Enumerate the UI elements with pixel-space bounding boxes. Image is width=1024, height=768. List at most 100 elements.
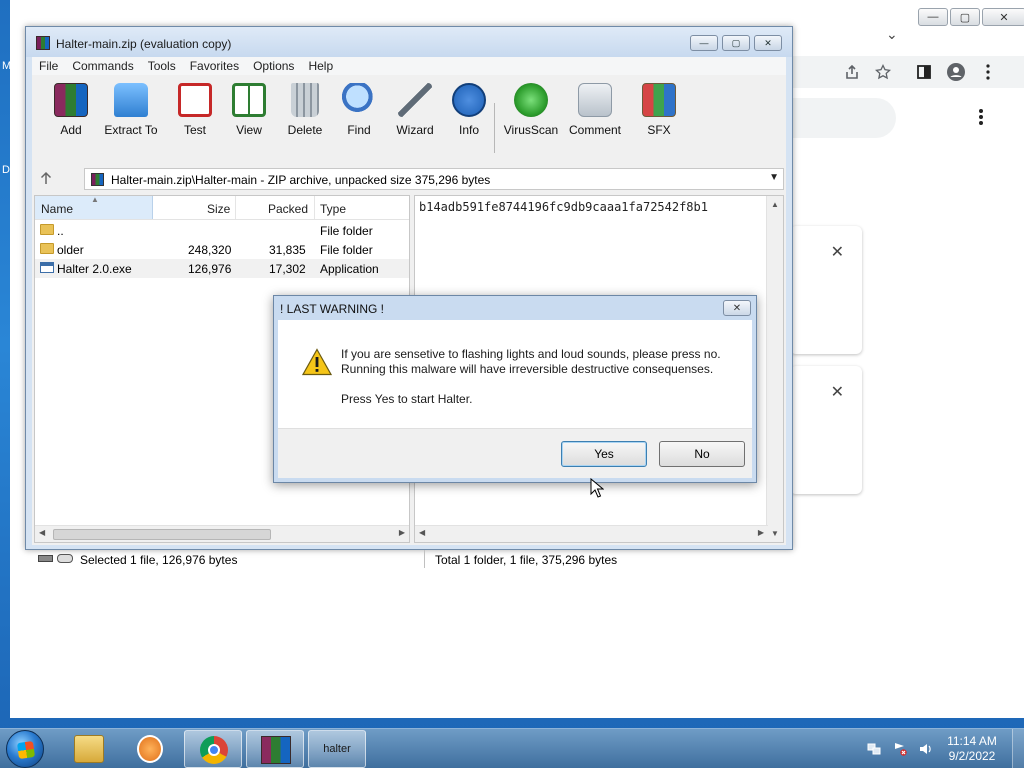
dialog-content: If you are sensetive to flashing lights …	[278, 320, 752, 478]
horizontal-scrollbar[interactable]: ◀ ▶	[35, 525, 409, 542]
card-close-button[interactable]: ✕	[831, 242, 844, 262]
menu-options[interactable]: Options	[246, 57, 301, 75]
file-size: 248,320	[188, 243, 232, 257]
status-total: Total 1 folder, 1 file, 375,296 bytes	[435, 553, 618, 567]
up-arrow-icon[interactable]	[40, 171, 52, 188]
column-header-packed[interactable]: Packed	[268, 202, 308, 216]
scroll-right-icon[interactable]: ▶	[399, 528, 405, 537]
taskbar-halter[interactable]: halter	[308, 730, 366, 768]
chrome-maximize-button[interactable]: ▢	[950, 8, 980, 26]
notification-card: ✕	[790, 366, 862, 494]
chrome-caption-buttons: — ▢ ✕	[916, 8, 1024, 28]
star-icon[interactable]	[873, 62, 893, 82]
comment-button[interactable]: Comment	[562, 81, 628, 155]
taskbar-media-player[interactable]	[121, 730, 179, 768]
file-row-older[interactable]: older 248,320 31,835 File folder	[35, 240, 409, 259]
path-text: Halter-main.zip\Halter-main - ZIP archiv…	[111, 173, 491, 187]
page-kebab-menu-icon[interactable]	[978, 106, 984, 132]
chrome-tab-search-chevron-icon[interactable]: ⌄	[886, 26, 898, 43]
column-header-size[interactable]: Size	[207, 202, 230, 216]
vertical-scrollbar[interactable]: ▲ ▼	[766, 196, 783, 542]
close-button[interactable]: ✕	[754, 35, 782, 51]
sfx-button[interactable]: SFX	[626, 81, 692, 155]
toolbar: Add Extract To Test View Delete Find Wiz…	[32, 77, 786, 163]
maximize-button[interactable]: ▢	[722, 35, 750, 51]
file-row-halter-exe[interactable]: Halter 2.0.exe 126,976 17,302 Applicatio…	[35, 259, 409, 278]
taskbar-explorer[interactable]	[60, 730, 118, 768]
menu-favorites[interactable]: Favorites	[183, 57, 246, 75]
scroll-right-icon[interactable]: ▶	[758, 528, 764, 537]
profile-icon[interactable]	[946, 62, 966, 82]
add-button[interactable]: Add	[38, 81, 104, 155]
column-header-name[interactable]: Name	[41, 202, 73, 216]
menu-help[interactable]: Help	[301, 57, 340, 75]
kebab-menu-icon[interactable]	[978, 62, 998, 82]
dialog-message-line1: If you are sensetive to flashing lights …	[341, 347, 721, 361]
warning-dialog: ! LAST WARNING ! ✕ If you are sensetive …	[273, 295, 757, 483]
archive-add-icon	[54, 83, 88, 117]
minimize-button[interactable]: —	[690, 35, 718, 51]
column-divider	[235, 196, 236, 219]
winrar-app-icon	[36, 36, 50, 50]
volume-icon[interactable]	[918, 741, 934, 757]
chrome-minimize-button[interactable]: —	[918, 8, 948, 26]
book-view-icon	[232, 83, 266, 117]
toolbar-separator	[494, 103, 495, 153]
side-panel-icon[interactable]	[914, 62, 934, 82]
menu-commands[interactable]: Commands	[65, 57, 140, 75]
action-center-icon[interactable]	[892, 741, 908, 757]
add-label: Add	[60, 123, 82, 137]
file-name: Halter 2.0.exe	[57, 262, 132, 276]
file-name: ..	[57, 224, 64, 238]
info-button[interactable]: Info	[436, 81, 502, 155]
trash-icon	[291, 83, 319, 117]
menu-file[interactable]: File	[32, 57, 65, 75]
column-divider	[314, 196, 315, 219]
virus-scan-icon	[514, 83, 548, 117]
scroll-left-icon[interactable]: ◀	[419, 528, 425, 537]
yes-button[interactable]: Yes	[561, 441, 647, 467]
column-header-type[interactable]: Type	[320, 202, 346, 216]
folder-extract-icon	[114, 83, 148, 117]
start-button[interactable]	[6, 730, 44, 768]
dropdown-arrow-icon[interactable]: ▼	[769, 172, 779, 183]
taskbar-chrome[interactable]	[184, 730, 242, 768]
chrome-close-button[interactable]: ✕	[982, 8, 1024, 26]
comment-horizontal-scrollbar[interactable]: ◀ ▶	[415, 525, 768, 542]
dialog-title: ! LAST WARNING !	[280, 302, 385, 316]
share-icon[interactable]	[842, 62, 862, 82]
no-button[interactable]: No	[659, 441, 745, 467]
info-icon	[452, 83, 486, 117]
application-icon	[40, 262, 54, 273]
comment-icon	[578, 83, 612, 117]
scrollbar-thumb[interactable]	[53, 529, 271, 540]
virusscan-button[interactable]: VirusScan	[498, 81, 564, 155]
taskbar-halter-label: halter	[323, 743, 351, 755]
menu-tools[interactable]: Tools	[141, 57, 183, 75]
dialog-message-line2: Running this malware will have irreversi…	[341, 362, 714, 376]
show-desktop-button[interactable]	[1012, 729, 1024, 768]
chrome-icon	[200, 736, 228, 764]
file-row-parent[interactable]: .. File folder	[35, 221, 409, 240]
winrar-titlebar[interactable]: Halter-main.zip (evaluation copy) — ▢ ✕	[26, 27, 792, 57]
clock-time: 11:14 AM	[947, 734, 997, 748]
extract-to-button[interactable]: Extract To	[98, 81, 164, 155]
file-type: File folder	[320, 243, 373, 257]
scroll-up-icon[interactable]: ▲	[771, 200, 779, 209]
menu-bar: File Commands Tools Favorites Options He…	[32, 57, 786, 75]
wand-icon	[398, 83, 432, 117]
file-type: Application	[320, 262, 379, 276]
notification-card: ✕	[790, 226, 862, 354]
card-close-button[interactable]: ✕	[831, 382, 844, 402]
taskbar-winrar[interactable]	[246, 730, 304, 768]
scroll-left-icon[interactable]: ◀	[39, 528, 45, 537]
winrar-taskbar-icon	[261, 736, 291, 764]
path-dropdown[interactable]: Halter-main.zip\Halter-main - ZIP archiv…	[84, 168, 784, 190]
clock[interactable]: 11:14 AM 9/2/2022	[942, 734, 1002, 764]
network-icon[interactable]	[866, 741, 882, 757]
dialog-titlebar[interactable]: ! LAST WARNING ! ✕	[274, 296, 756, 320]
windows-logo-icon	[16, 740, 36, 760]
dialog-close-button[interactable]: ✕	[723, 300, 751, 316]
scroll-down-icon[interactable]: ▼	[771, 529, 779, 538]
magnifier-icon	[342, 83, 376, 117]
